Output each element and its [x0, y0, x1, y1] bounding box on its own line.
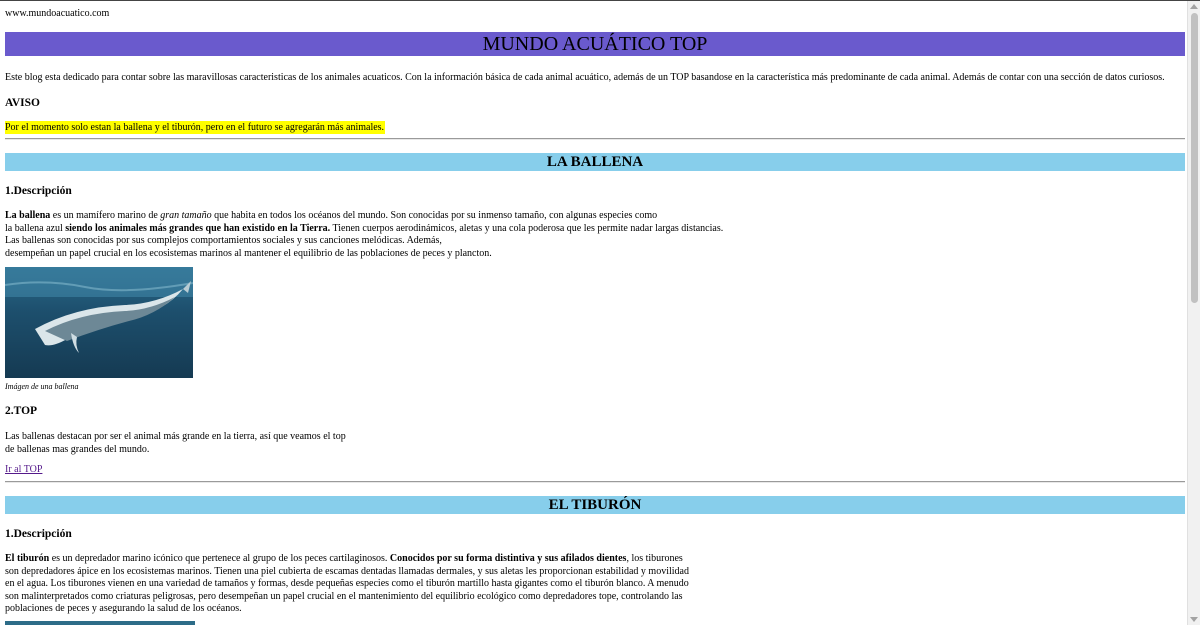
tiburon-description-heading: 1.Descripción [5, 528, 72, 540]
aviso-text: Por el momento solo estan la ballena y e… [5, 121, 386, 134]
aviso-heading: AVISO [5, 97, 40, 109]
scroll-up-arrow-icon[interactable] [1190, 4, 1198, 9]
text: que habita en todos los océanos del mund… [211, 210, 658, 221]
shark-image-top-edge [5, 621, 195, 625]
whale-image [5, 267, 193, 378]
text: la ballena azul [5, 222, 66, 234]
whale-image-caption: Imágen de una ballena [5, 382, 79, 391]
ballena-top-paragraph-line-2: de ballenas mas grandes del mundo. [5, 443, 150, 455]
italic-text: gran tamaño [160, 210, 212, 221]
tiburon-paragraph-line-4: son malinterpretados como criaturas peli… [5, 590, 683, 602]
ballena-paragraph-line-1: La ballena es un mamífero marino de gran… [5, 210, 657, 223]
section-heading-ballena: LA BALLENA [5, 153, 1185, 171]
vertical-scrollbar[interactable] [1187, 1, 1200, 625]
divider [5, 138, 1185, 140]
scroll-down-arrow-icon[interactable] [1190, 617, 1198, 622]
bold-text: El tiburón [5, 553, 50, 564]
text: es un depredador marino icónico que pert… [49, 553, 390, 564]
scroll-thumb[interactable] [1191, 13, 1198, 303]
intro-paragraph: Este blog esta dedicado para contar sobr… [5, 72, 1165, 83]
tiburon-paragraph-line-1: El tiburón es un depredador marino icóni… [5, 553, 683, 566]
ballena-top-heading: 2.TOP [5, 405, 38, 417]
ballena-paragraph-line-4: desempeñan un papel crucial en los ecosi… [5, 247, 492, 259]
text: Tienen cuerpos aerodinámicos, aletas y u… [330, 222, 724, 234]
page-title: MUNDO ACUÁTICO TOP [5, 32, 1185, 56]
text: , los tiburones [626, 553, 683, 564]
ballena-description-heading: 1.Descripción [5, 185, 72, 197]
divider [5, 481, 1185, 483]
bold-text: siendo los animales más grandes que han … [65, 222, 331, 234]
ballena-paragraph-line-2: la ballena azul siendo los animales más … [5, 223, 723, 236]
tiburon-paragraph-line-2: son depredadores ápice en los ecosistema… [5, 565, 689, 577]
site-url: www.mundoacuatico.com [5, 8, 110, 19]
tiburon-paragraph-line-5: poblaciones de peces y asegurando la sal… [5, 603, 242, 614]
bold-text: Conocidos por su forma distintiva y sus … [389, 553, 627, 564]
section-heading-tiburon: EL TIBURÓN [5, 496, 1185, 514]
ir-al-top-link[interactable]: Ir al TOP [5, 464, 42, 475]
tiburon-paragraph-line-3: en el agua. Los tiburones vienen en una … [5, 578, 689, 589]
ballena-top-paragraph-line-1: Las ballenas destacan por ser el animal … [5, 431, 346, 442]
text: es un mamífero marino de [50, 210, 161, 221]
bold-text: La ballena [5, 210, 51, 221]
ballena-paragraph-line-3: Las ballenas son conocidas por sus compl… [5, 235, 442, 246]
